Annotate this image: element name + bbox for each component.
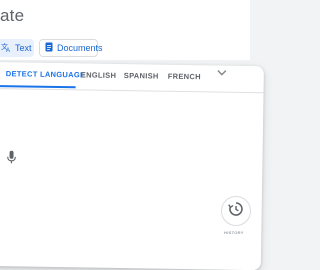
active-tab-indicator bbox=[0, 85, 76, 89]
tab-detect-language[interactable]: DETECT LANGUAGE bbox=[6, 69, 86, 79]
microphone-icon[interactable] bbox=[6, 150, 16, 164]
history-button[interactable] bbox=[221, 196, 251, 226]
documents-mode-label: Documents bbox=[57, 43, 103, 53]
language-bar: DETECT LANGUAGE ENGLISH SPANISH FRENCH bbox=[0, 62, 264, 94]
svg-text:A: A bbox=[6, 48, 10, 52]
chevron-down-icon[interactable] bbox=[217, 69, 227, 79]
translate-icon: 文 A bbox=[1, 42, 11, 54]
top-bar: ate bbox=[0, 0, 250, 36]
mode-row bbox=[0, 36, 250, 60]
document-icon bbox=[45, 42, 53, 54]
app-title: ate bbox=[0, 6, 25, 25]
documents-mode-button[interactable]: Documents bbox=[39, 39, 103, 57]
tab-english[interactable]: ENGLISH bbox=[81, 70, 117, 80]
text-mode-label: Text bbox=[15, 43, 32, 53]
source-text-card: DETECT LANGUAGE ENGLISH SPANISH FRENCH bbox=[0, 62, 264, 270]
tab-spanish[interactable]: SPANISH bbox=[124, 71, 159, 81]
text-mode-button[interactable]: 文 A Text bbox=[0, 39, 34, 57]
history-label: HISTORY bbox=[224, 230, 244, 235]
tab-french[interactable]: FRENCH bbox=[168, 72, 201, 82]
history-icon bbox=[228, 201, 244, 222]
